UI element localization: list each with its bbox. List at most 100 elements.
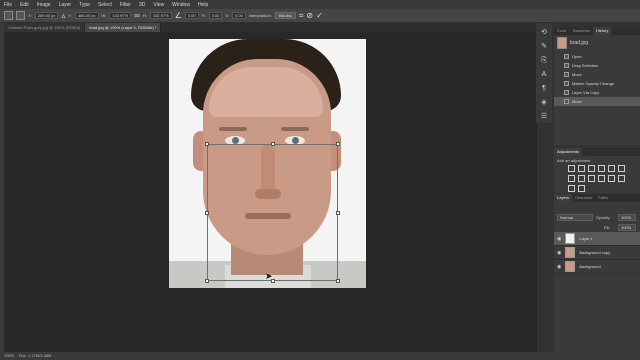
menu-edit[interactable]: Edit — [20, 2, 29, 8]
zoom-level[interactable]: 100% — [4, 353, 14, 358]
forehead — [209, 67, 323, 117]
handle-top-center[interactable] — [271, 142, 275, 146]
layer-row-background-copy[interactable]: ◉ Background copy — [554, 246, 640, 260]
history-item-label: Move — [572, 72, 582, 77]
history-item-label: Master Opacity Change — [572, 81, 615, 86]
menu-select[interactable]: Select — [98, 2, 112, 8]
character-panel-icon[interactable]: A — [540, 71, 548, 79]
menu-window[interactable]: Window — [172, 2, 190, 8]
layer-icon — [564, 90, 569, 95]
layer-thumbnail — [565, 233, 576, 244]
history-item-label: Move — [572, 99, 582, 104]
channel-mixer-icon[interactable] — [598, 175, 605, 182]
menu-filter[interactable]: Filter — [120, 2, 131, 8]
color-lookup-icon[interactable] — [608, 175, 615, 182]
history-item[interactable]: Move — [554, 70, 640, 79]
angle-field[interactable]: 0.00 — [184, 12, 199, 19]
menu-file[interactable]: File — [4, 2, 12, 8]
adjustments-subtitle: Add an adjustment — [557, 158, 591, 163]
history-item-label: Open — [572, 54, 582, 59]
cancel-icon[interactable]: ⊘ — [306, 11, 313, 20]
menu-3d[interactable]: 3D — [139, 2, 145, 8]
tab-adjustments[interactable]: Adjustments — [554, 148, 583, 156]
handle-middle-right[interactable] — [336, 211, 340, 215]
transform-tool-icon[interactable] — [4, 11, 13, 20]
handle-bottom-left[interactable] — [205, 279, 209, 283]
handle-top-right[interactable] — [336, 142, 340, 146]
adjustment-icons — [568, 165, 628, 192]
menu-type[interactable]: Type — [79, 2, 90, 8]
posterize-icon[interactable] — [568, 185, 575, 192]
link-icon[interactable]: ∞ — [134, 11, 140, 20]
tab-brad[interactable]: brad.jpg @ 100% (Layer 1, RGB/8#) * — [85, 23, 162, 32]
3d-panel-icon[interactable]: ◈ — [540, 99, 548, 107]
layer-row-layer-1[interactable]: ◉ Layer 1 — [554, 232, 640, 246]
history-item[interactable]: Layer Via Copy — [554, 88, 640, 97]
tab-swatches[interactable]: Swatches — [570, 27, 593, 35]
opacity-field[interactable]: 100% — [618, 214, 636, 221]
w-label: W: — [101, 13, 107, 18]
hue-saturation-icon[interactable] — [618, 165, 625, 172]
tab-putin-grey[interactable]: Vladimir Putin-grey.jpg @ 100% (RGB/8) — [4, 23, 86, 32]
vibrance-icon[interactable] — [608, 165, 615, 172]
paragraph-panel-icon[interactable]: ¶ — [540, 85, 548, 93]
handle-middle-left[interactable] — [205, 211, 209, 215]
move-icon — [564, 72, 569, 77]
brightness-icon[interactable] — [568, 165, 575, 172]
history-panel-icon[interactable]: ⟲ — [540, 29, 548, 37]
color-balance-icon[interactable] — [568, 175, 575, 182]
handle-top-left[interactable] — [205, 142, 209, 146]
properties-panel-icon[interactable]: ☰ — [540, 113, 548, 121]
fill-field[interactable]: 100% — [618, 224, 636, 231]
reference-point-icon[interactable] — [16, 11, 25, 20]
snapshot-thumbnail — [557, 37, 567, 49]
tab-layers[interactable]: Layers — [554, 194, 573, 202]
levels-icon[interactable] — [578, 165, 585, 172]
threshold-icon[interactable] — [578, 185, 585, 192]
invert-icon[interactable] — [618, 175, 625, 182]
interpolation-select[interactable]: Bicubic — [274, 12, 296, 19]
visibility-eye-icon[interactable]: ◉ — [557, 236, 561, 242]
history-item[interactable]: Master Opacity Change — [554, 79, 640, 88]
history-snapshot[interactable]: brad.jpg — [554, 35, 640, 51]
menu-view[interactable]: View — [153, 2, 164, 8]
tab-color[interactable]: Color — [554, 27, 570, 35]
fill-label: Fill: — [604, 225, 611, 230]
commit-check-icon[interactable]: ✓ — [316, 11, 323, 20]
transform-bounding-box[interactable] — [207, 144, 338, 281]
history-item-selected[interactable]: Move — [554, 97, 640, 106]
width-field[interactable]: 102.97% — [109, 12, 132, 19]
menu-help[interactable]: Help — [198, 2, 208, 8]
clone-panel-icon[interactable]: ⎘ — [540, 57, 548, 65]
handle-bottom-right[interactable] — [336, 279, 340, 283]
warp-icon[interactable]: ⌗ — [299, 11, 304, 20]
x-field[interactable]: 269.00 px — [34, 12, 59, 19]
snapshot-label: brad.jpg — [570, 40, 589, 46]
tab-history[interactable]: History — [592, 27, 612, 35]
tab-paths[interactable]: Paths — [595, 194, 611, 202]
height-field[interactable]: 102.97% — [149, 12, 172, 19]
brush-panel-icon[interactable]: ✎ — [540, 43, 548, 51]
curves-icon[interactable] — [588, 165, 595, 172]
visibility-eye-icon[interactable]: ◉ — [557, 250, 561, 256]
layer-name: Background copy — [579, 250, 611, 255]
blend-mode-select[interactable]: Normal — [557, 214, 593, 221]
history-item[interactable]: Drag Selection — [554, 61, 640, 70]
history-item[interactable]: Open — [554, 52, 640, 61]
black-white-icon[interactable] — [578, 175, 585, 182]
menu-layer[interactable]: Layer — [59, 2, 72, 8]
tab-channels[interactable]: Channels — [572, 194, 595, 202]
delta-icon[interactable]: ▵ — [61, 11, 65, 20]
layers-panel: Layers Channels Paths Normal Opacity: 10… — [554, 194, 640, 354]
photo-filter-icon[interactable] — [588, 175, 595, 182]
visibility-eye-icon[interactable]: ◉ — [557, 264, 561, 270]
adjustments-tabs: Adjustments — [554, 148, 640, 156]
hskew-field[interactable]: 0.00 — [208, 12, 223, 19]
exposure-icon[interactable] — [598, 165, 605, 172]
menu-image[interactable]: Image — [37, 2, 51, 8]
doc-size: Doc: 1.17M/3.38M — [18, 353, 52, 358]
y-field[interactable]: 466.00 px — [74, 12, 99, 19]
layer-row-background[interactable]: ◉ Background — [554, 260, 640, 274]
layer-thumbnail — [565, 261, 576, 272]
vskew-field[interactable]: 0.00 — [232, 12, 246, 19]
